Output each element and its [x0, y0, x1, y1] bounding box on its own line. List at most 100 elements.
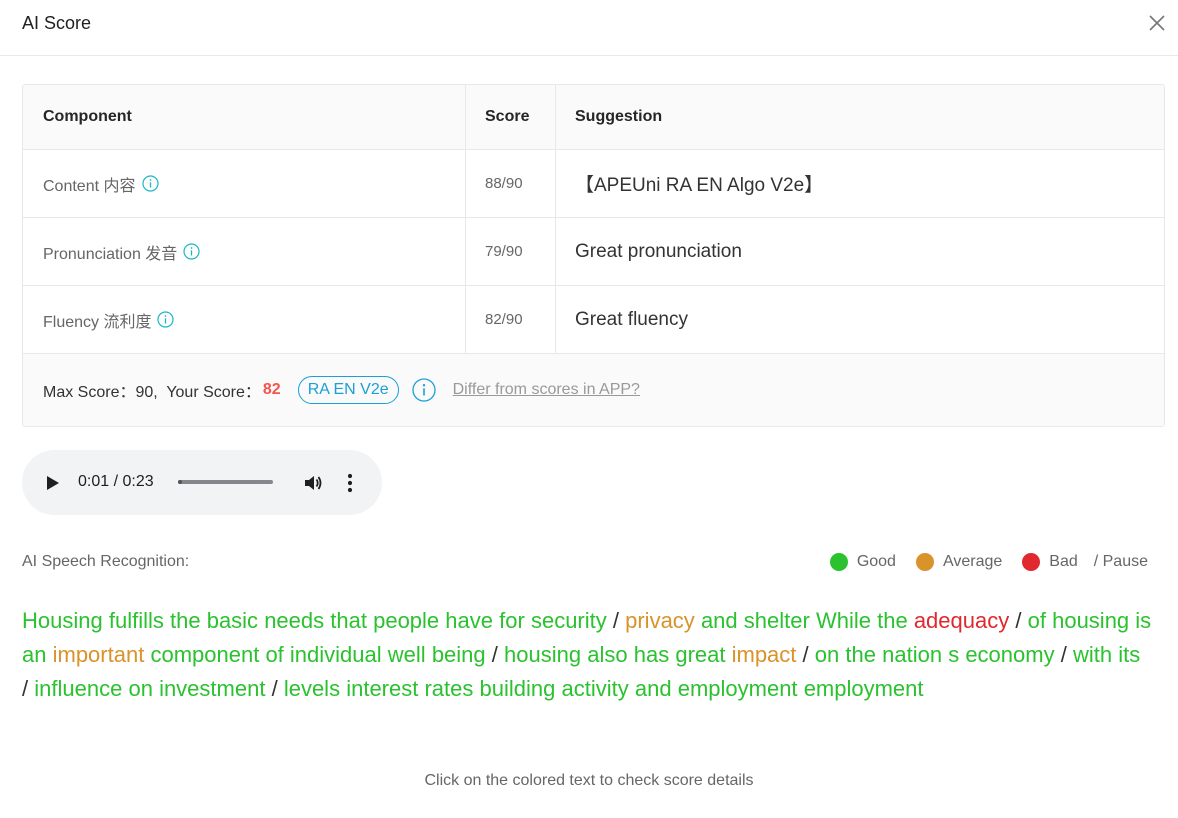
close-icon[interactable] [1146, 12, 1168, 34]
transcript-word[interactable]: impact [732, 642, 797, 667]
suggestion-cell: 【APEUni RA EN Algo V2e】 [575, 175, 824, 196]
table-row: Fluency 流利度 82/90 Great fluency [23, 286, 1164, 354]
header-suggestion: Suggestion [575, 108, 663, 125]
transcript-word[interactable]: have [445, 608, 493, 633]
transcript-word[interactable]: being [432, 642, 486, 667]
transcript-word[interactable]: has [634, 642, 669, 667]
transcript-word[interactable]: housing [504, 642, 581, 667]
color-legend: Good Average Bad / Pause [810, 553, 1148, 571]
component-cell: Content 内容 [23, 150, 466, 217]
transcript-word[interactable]: great [675, 642, 725, 667]
legend-good: Good [829, 553, 896, 571]
pause-marker: / [491, 642, 498, 667]
volume-icon[interactable] [303, 473, 323, 498]
legend-good-label: Good [856, 553, 896, 570]
transcript-word[interactable]: building [480, 676, 556, 701]
transcript-word[interactable]: of [1028, 608, 1046, 633]
differ-scores-link[interactable]: Differ from scores in APP? [453, 381, 640, 399]
recognized-transcript: Housing fulfills the basic needs that pe… [22, 604, 1152, 706]
transcript-word[interactable]: rates [424, 676, 473, 701]
legend-average-label: Average [942, 553, 1003, 570]
algo-tag[interactable]: RA EN V2e [297, 376, 399, 404]
transcript-word[interactable]: While [816, 608, 871, 633]
transcript-word[interactable]: interest [346, 676, 418, 701]
transcript-word[interactable]: adequacy [914, 608, 1009, 633]
transcript-word[interactable]: the [170, 608, 201, 633]
transcript-word[interactable]: employment [804, 676, 924, 701]
pause-marker: / [1060, 642, 1067, 667]
bad-dot-icon [1022, 553, 1041, 571]
transcript-word[interactable]: with [1073, 642, 1112, 667]
transcript-word[interactable]: investment [159, 676, 265, 701]
component-cell: Pronunciation 发音 [23, 218, 466, 285]
transcript-word[interactable]: shelter [744, 608, 810, 633]
transcript-word[interactable]: nation [882, 642, 942, 667]
score-table: Component Score Suggestion Content 内容 88… [22, 84, 1165, 427]
transcript-word[interactable]: is [1135, 608, 1151, 633]
transcript-word[interactable]: basic [207, 608, 258, 633]
transcript-word[interactable]: its [1118, 642, 1140, 667]
transcript-word[interactable]: and [701, 608, 738, 633]
score-cell: 88/90 [466, 150, 556, 217]
transcript-word[interactable]: an [22, 642, 46, 667]
info-icon[interactable] [157, 311, 175, 328]
pause-marker: / [612, 608, 619, 633]
score-cell: 82/90 [466, 286, 556, 353]
seek-slider[interactable] [178, 480, 273, 484]
suggestion-cell: Great fluency [575, 308, 688, 330]
transcript-word[interactable]: for [499, 608, 525, 633]
transcript-word[interactable]: economy [965, 642, 1054, 667]
audio-player: 0:01 / 0:23 [22, 450, 382, 515]
transcript-word[interactable]: and [635, 676, 672, 701]
score-summary: Max Score：90, Your Score： 82 RA EN V2e D… [23, 354, 1164, 426]
play-icon[interactable] [46, 475, 60, 496]
transcript-word[interactable]: on [128, 676, 152, 701]
more-options-icon[interactable] [347, 473, 353, 498]
transcript-word[interactable]: well [388, 642, 426, 667]
transcript-word[interactable]: also [587, 642, 627, 667]
transcript-word[interactable]: levels [284, 676, 340, 701]
transcript-word[interactable]: that [330, 608, 367, 633]
hint-text: Click on the colored text to check score… [424, 772, 754, 789]
component-cell: Fluency 流利度 [23, 286, 466, 353]
your-score: 82 [262, 381, 281, 398]
legend-bad-label: Bad [1049, 553, 1078, 570]
max-score-text: Max Score：90, Your Score： [43, 384, 261, 401]
info-icon[interactable] [141, 175, 159, 192]
transcript-word[interactable]: security [531, 608, 607, 633]
transcript-word[interactable]: component [150, 642, 259, 667]
transcript-word[interactable]: the [845, 642, 876, 667]
header-score: Score [466, 85, 556, 149]
component-label: Pronunciation 发音 [43, 245, 178, 263]
transcript-word[interactable]: privacy [625, 608, 695, 633]
legend-bad: Bad [1022, 553, 1078, 571]
modal-header: AI Score [0, 0, 1178, 56]
pause-marker: / [271, 676, 278, 701]
info-icon[interactable] [183, 243, 200, 260]
transcript-word[interactable]: important [53, 642, 145, 667]
recognition-label: AI Speech Recognition: [22, 553, 190, 570]
transcript-word[interactable]: employment [678, 676, 798, 701]
transcript-word[interactable]: fulfills [109, 608, 164, 633]
transcript-word[interactable]: needs [264, 608, 324, 633]
good-dot-icon [829, 553, 848, 571]
component-label: Fluency 流利度 [43, 313, 152, 331]
info-icon[interactable] [411, 378, 436, 402]
time-display: 0:01 / 0:23 [78, 473, 154, 490]
transcript-word[interactable]: housing [1052, 608, 1129, 633]
transcript-word[interactable]: activity [562, 676, 629, 701]
transcript-word[interactable]: Housing [22, 608, 103, 633]
transcript-word[interactable]: on [815, 642, 839, 667]
table-row: Content 内容 88/90 【APEUni RA EN Algo V2e】 [23, 150, 1164, 218]
transcript-word[interactable]: people [373, 608, 439, 633]
transcript-word[interactable]: of [265, 642, 283, 667]
pause-marker: / [802, 642, 809, 667]
transcript-word[interactable]: s [948, 642, 959, 667]
score-cell: 79/90 [466, 218, 556, 285]
transcript-word[interactable]: the [877, 608, 908, 633]
pause-marker: / [1015, 608, 1022, 633]
transcript-word[interactable]: influence [34, 676, 122, 701]
pause-marker: / [22, 676, 29, 701]
header-component: Component [23, 85, 466, 149]
transcript-word[interactable]: individual [290, 642, 382, 667]
